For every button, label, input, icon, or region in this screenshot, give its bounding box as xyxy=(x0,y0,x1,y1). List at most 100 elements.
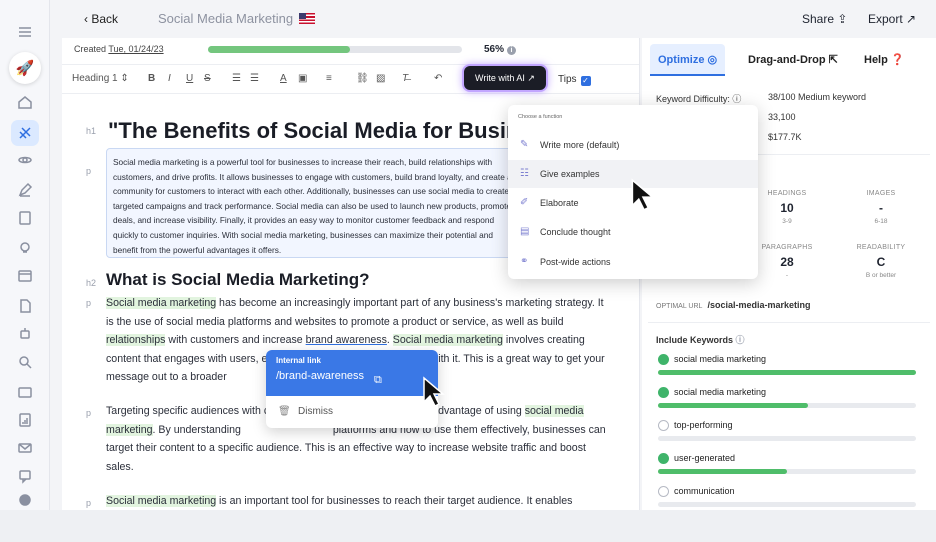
italic-button[interactable]: I xyxy=(168,73,171,84)
tips-label: Tips xyxy=(558,74,577,85)
paragraph-text: . xyxy=(386,334,393,347)
divider xyxy=(648,322,930,323)
report-icon[interactable] xyxy=(15,410,35,430)
keyword-name: social media marketing xyxy=(658,354,916,365)
rocket-icon[interactable]: 🚀 xyxy=(9,52,41,84)
keyword-row[interactable]: user-generated xyxy=(658,453,916,474)
tab-help[interactable]: Help ❓ xyxy=(864,44,905,76)
info-icon[interactable]: i xyxy=(507,46,517,55)
clear-format-icon[interactable]: T̶ xyxy=(402,73,408,84)
text-color-icon[interactable]: A xyxy=(280,73,287,84)
left-sidebar: 🚀 xyxy=(0,0,50,510)
code-file-icon[interactable] xyxy=(15,208,35,228)
export-button[interactable]: Export ↗ xyxy=(868,12,916,26)
top-bar: ‹ Back Social Media Marketing Share ⇪ Ex… xyxy=(50,0,936,38)
keyword-difficulty-value: 38/100 Medium keyword xyxy=(768,92,867,102)
undo-icon[interactable]: ↶ xyxy=(434,73,442,84)
tab-optimize-label: Optimize xyxy=(658,54,705,66)
highlight-icon[interactable]: ▣ xyxy=(298,73,307,84)
dismiss-button[interactable]: Dismiss xyxy=(298,406,333,417)
keyword-usage-bar xyxy=(658,403,916,408)
internal-link-url[interactable]: /brand-awareness xyxy=(276,370,428,382)
tab-drag-and-drop[interactable]: Drag-and-Drop ⇱ xyxy=(748,44,838,76)
us-flag-icon xyxy=(299,13,316,24)
keyword-usage-fill xyxy=(658,370,916,375)
stat-value: 10 xyxy=(780,201,794,215)
content-tool-icon[interactable] xyxy=(11,120,39,146)
menu-icon[interactable] xyxy=(15,22,35,42)
ordered-list-icon[interactable]: ☰ xyxy=(232,73,241,84)
pen-icon[interactable] xyxy=(15,180,35,200)
write-with-ai-button[interactable]: Write with AI ↗ xyxy=(464,66,546,90)
strikethrough-button[interactable]: S xyxy=(204,73,211,84)
article-h2[interactable]: What is Social Media Marketing? xyxy=(106,270,370,290)
brand-awareness-link[interactable]: brand awareness xyxy=(306,334,387,346)
created-date: Created Tue, 01/24/23 xyxy=(74,44,164,54)
help-icon[interactable] xyxy=(15,490,35,510)
keyword-row[interactable]: social media marketing xyxy=(658,387,916,408)
keyword-difficulty-label: Keyword Difficulty: ⓘ xyxy=(656,92,741,105)
ai-menu-item-label: Write more (default) xyxy=(540,140,620,150)
inbox-icon[interactable] xyxy=(15,382,35,402)
intro-paragraph[interactable]: Social media marketing is a powerful too… xyxy=(106,148,524,258)
mouse-cursor-icon xyxy=(423,376,446,408)
p-tag: p xyxy=(86,166,92,176)
keyword-label: social media marketing xyxy=(674,354,767,364)
link-icon[interactable]: ⛓ xyxy=(356,73,369,84)
tab-optimize[interactable]: Optimize ◎ xyxy=(650,44,726,76)
internal-link-header[interactable]: Internal link /brand-awareness xyxy=(266,350,438,396)
paragraph-3[interactable]: Social media marketing is an important t… xyxy=(106,492,606,510)
align-icon[interactable]: ≡ xyxy=(326,73,332,84)
keyword-usage-fill xyxy=(658,403,808,408)
underline-button[interactable]: U xyxy=(186,73,193,84)
info-icon[interactable]: ⓘ xyxy=(736,335,745,345)
document-title: Social Media Marketing xyxy=(158,11,316,26)
tips-toggle[interactable]: Tips ✓ xyxy=(558,74,591,86)
created-date-link[interactable]: Tue, 01/24/23 xyxy=(108,44,163,54)
atom-icon[interactable] xyxy=(15,150,35,170)
window-footer xyxy=(0,510,936,542)
ai-menu-item-write-more[interactable]: ✎ Write more (default) xyxy=(508,131,758,159)
document-edit-icon[interactable] xyxy=(15,296,35,316)
back-button[interactable]: ‹ Back xyxy=(84,12,118,26)
robot-icon[interactable] xyxy=(15,324,35,344)
ai-menu-item-post-wide[interactable]: ⚭ Post-wide actions xyxy=(508,248,758,276)
image-icon[interactable]: ▨ xyxy=(376,73,385,84)
search-analytics-icon[interactable] xyxy=(15,352,35,372)
heading-select[interactable]: Heading 1 ⇕ xyxy=(72,73,129,84)
chat-icon[interactable] xyxy=(15,466,35,486)
p-tag: p xyxy=(86,498,92,508)
keyword-row[interactable]: top-performing xyxy=(658,420,916,441)
share-button[interactable]: Share ⇪ xyxy=(802,12,847,26)
article-h1[interactable]: "The Benefits of Social Media for Busin xyxy=(108,118,519,144)
browser-icon[interactable] xyxy=(15,266,35,286)
stat-paragraphs: PARAGRAPHS 28 - xyxy=(752,244,822,279)
keyword-highlight: Social media marketing xyxy=(106,297,217,309)
keyword-row[interactable]: communication xyxy=(658,486,916,507)
export-label: Export xyxy=(868,12,903,26)
keyword-usage-fill xyxy=(658,469,787,474)
check-circle-icon xyxy=(658,387,669,398)
edit-icon: ✐ xyxy=(520,197,529,208)
keyword-highlight: Social media marketing xyxy=(106,495,217,507)
info-icon[interactable]: ⓘ xyxy=(732,94,741,104)
keyword-usage-bar xyxy=(658,370,916,375)
kd-label-text: Keyword Difficulty: xyxy=(656,94,730,104)
bold-button[interactable]: B xyxy=(148,73,155,84)
mail-icon[interactable] xyxy=(15,438,35,458)
keyword-row[interactable]: social media marketing xyxy=(658,354,916,375)
lightbulb-icon[interactable] xyxy=(15,238,35,258)
keyword-usage-bar xyxy=(658,469,916,474)
stat-key: IMAGES xyxy=(866,190,896,197)
ai-menu-item-conclude[interactable]: ▤ Conclude thought xyxy=(508,218,758,246)
target-icon: ◎ xyxy=(707,54,718,66)
open-link-icon[interactable]: ⧉ xyxy=(374,374,382,387)
trash-icon[interactable]: 🗑 xyxy=(278,406,291,417)
home-icon[interactable] xyxy=(15,92,35,112)
list-icon: ☷ xyxy=(520,168,529,179)
empty-circle-icon xyxy=(658,420,669,431)
editor-toolbar: Heading 1 ⇕ B I U S ☰ ☰ A ▣ ≡ ⛓ ▨ T̶ ↶ xyxy=(62,64,639,94)
bullet-list-icon[interactable]: ☰ xyxy=(250,73,259,84)
tips-checkbox[interactable]: ✓ xyxy=(580,76,591,86)
internal-link-popup: Internal link /brand-awareness ⧉ 🗑 Dismi… xyxy=(266,350,438,428)
